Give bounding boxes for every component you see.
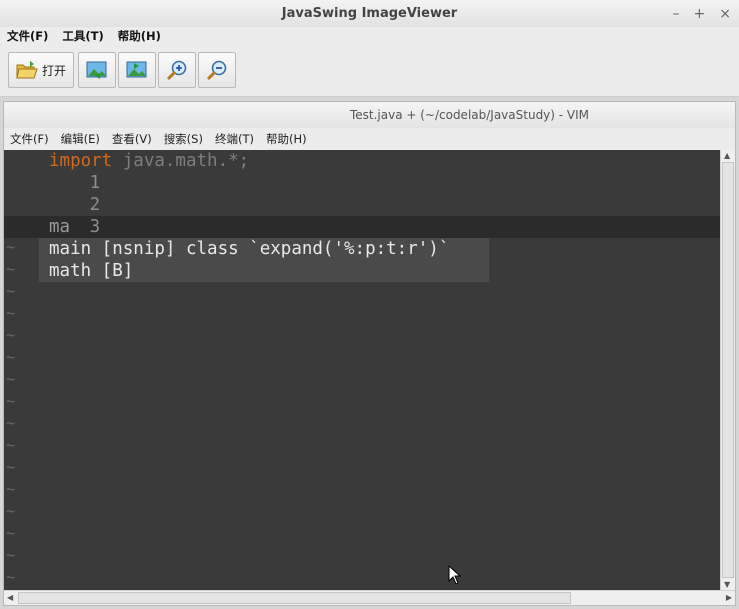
empty-line-tilde: ~ (6, 326, 16, 344)
empty-line-tilde: ~ (6, 238, 16, 256)
completion-item[interactable]: math [B] (39, 260, 489, 282)
empty-line-tilde: ~ (6, 502, 16, 520)
empty-line-tilde: ~ (6, 348, 16, 366)
next-image-button[interactable] (118, 52, 156, 88)
zoom-in-button[interactable] (158, 52, 196, 88)
zoom-in-icon (166, 60, 187, 81)
completion-popup: main [nsnip] class `expand('%:p:t:r')` m… (39, 238, 489, 282)
previous-image-button[interactable] (78, 52, 116, 88)
code-line: 2 (4, 172, 101, 215)
menu-tools[interactable]: 工具(T) (55, 28, 110, 44)
vim-menubar: 文件(F) 编辑(E) 查看(V) 搜索(S) 终端(T) 帮助(H) (4, 128, 735, 150)
minimize-button[interactable]: – (673, 6, 680, 22)
empty-line-tilde: ~ (6, 436, 16, 454)
empty-line-tilde: ~ (6, 304, 16, 322)
vim-menu-view[interactable]: 查看(V) (106, 131, 158, 147)
mouse-pointer-icon (448, 565, 462, 585)
vertical-scroll-thumb[interactable] (722, 162, 734, 578)
empty-line-tilde: ~ (6, 546, 16, 564)
typed-text: ma (49, 217, 71, 237)
open-button-label: 打开 (41, 63, 66, 78)
vim-menu-help[interactable]: 帮助(H) (260, 131, 313, 147)
vim-titlebar: Test.java + (~/codelab/JavaStudy) - VIM (4, 102, 735, 128)
maximize-button[interactable]: + (694, 6, 706, 22)
empty-line-tilde: ~ (6, 568, 16, 586)
scroll-up-arrow-icon[interactable]: ▲ (724, 151, 730, 160)
menu-help[interactable]: 帮助(H) (111, 28, 168, 44)
zoom-out-icon (206, 60, 227, 81)
vim-menu-edit[interactable]: 编辑(E) (55, 131, 106, 147)
window-titlebar: JavaSwing ImageViewer – + × (0, 0, 739, 28)
next-image-icon (126, 61, 147, 78)
open-button[interactable]: 打开 (8, 52, 74, 88)
scroll-left-arrow-icon[interactable]: ◀ (7, 593, 13, 602)
close-button[interactable]: × (719, 6, 731, 22)
previous-image-icon (86, 61, 107, 79)
vim-menu-file[interactable]: 文件(F) (4, 131, 55, 147)
scroll-right-arrow-icon[interactable]: ▶ (726, 593, 732, 602)
empty-line-tilde: ~ (6, 370, 16, 388)
vertical-scrollbar[interactable]: ▲ ▼ (720, 150, 735, 590)
keyword-import: import (49, 151, 113, 171)
scroll-down-arrow-icon[interactable]: ▼ (724, 580, 730, 589)
vim-title: Test.java + (~/codelab/JavaStudy) - VIM (349, 108, 590, 122)
empty-line-tilde: ~ (6, 282, 16, 300)
empty-line-tilde: ~ (6, 458, 16, 476)
empty-line-tilde: ~ (6, 524, 16, 542)
zoom-out-button[interactable] (198, 52, 236, 88)
empty-line-tilde: ~ (6, 480, 16, 498)
app-menubar: 文件(F) 工具(T) 帮助(H) (0, 27, 739, 45)
vim-menu-search[interactable]: 搜索(S) (158, 131, 209, 147)
cursor-line-highlight (4, 216, 720, 238)
code-line: 1 import java.math.*; (4, 150, 249, 193)
menu-file[interactable]: 文件(F) (0, 28, 55, 44)
vim-window: Test.java + (~/codelab/JavaStudy) - VIM … (3, 101, 736, 606)
window-title: JavaSwing ImageViewer (281, 6, 458, 21)
import-target: java.math.*; (112, 151, 250, 171)
code-line: 3 (4, 194, 101, 237)
empty-line-tilde: ~ (6, 392, 16, 410)
horizontal-scroll-thumb[interactable] (18, 592, 571, 604)
vim-editor[interactable]: 1 import java.math.*; 2 3 4 ma main [nsn… (4, 150, 720, 590)
open-folder-icon (16, 61, 38, 79)
code-line-current: 4 ma (4, 216, 100, 259)
empty-line-tilde: ~ (6, 414, 16, 432)
completion-item[interactable]: main [nsnip] class `expand('%:p:t:r')` (39, 238, 489, 260)
horizontal-scrollbar[interactable]: ◀ ▶ (4, 590, 735, 605)
empty-line-tilde: ~ (6, 260, 16, 278)
vim-menu-terminal[interactable]: 终端(T) (209, 131, 260, 147)
toolbar: 打开 (0, 45, 739, 97)
